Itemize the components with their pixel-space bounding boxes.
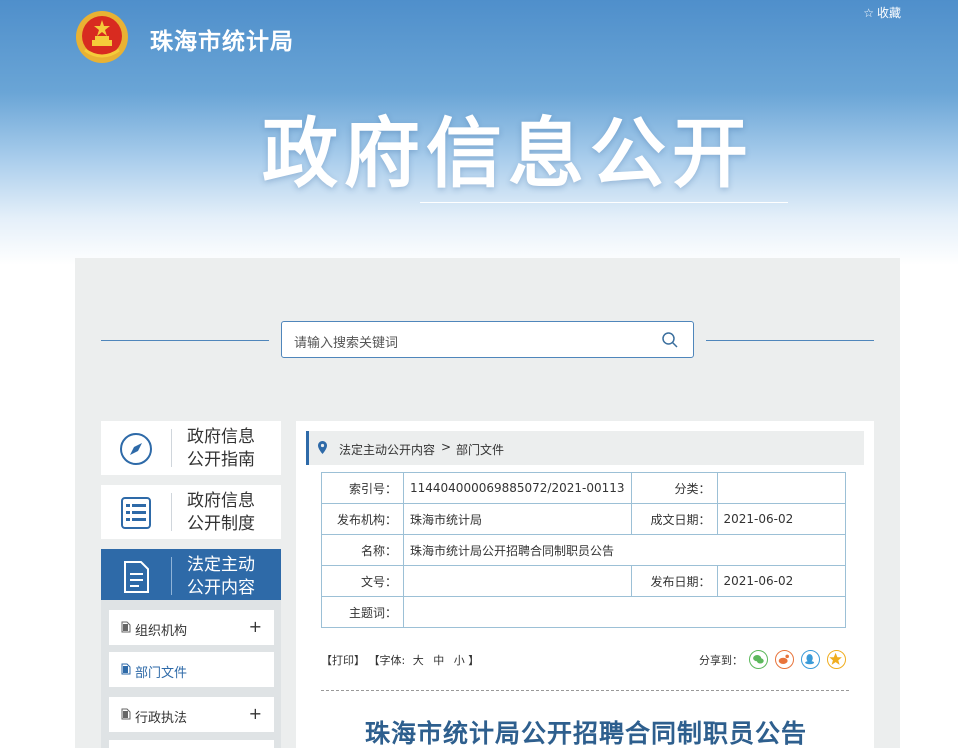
meta-label: 名称： [321,534,404,566]
wechat-icon [753,655,764,664]
banner-divider [420,202,788,203]
breadcrumb-link[interactable]: 部门文件 [456,441,504,458]
star-icon: ☆ [863,6,874,20]
font-large-button[interactable]: 大 [413,654,424,667]
share-qq-button[interactable] [801,650,820,669]
header-banner: 珠海市统计局 ☆ 收藏 政府信息公开 [0,0,958,265]
meta-label: 主题词： [321,596,404,628]
meta-label: 分类： [630,472,718,504]
nav-separator [171,429,172,467]
sub-item-partial[interactable] [109,740,274,748]
share-wechat-button[interactable] [749,650,768,669]
document-icon [121,708,131,720]
qq-icon [805,654,815,665]
font-size-suffix: 】 [468,654,480,667]
font-small-button[interactable]: 小 [454,654,465,667]
table-row: 索引号： 114404000069885072/2021-00113 分类： [321,472,847,504]
meta-value: 2021-06-02 [716,565,847,597]
banner-title: 政府信息公开 [262,109,754,198]
nav-separator [171,493,172,531]
meta-value: 珠海市统计局公开招聘合同制职员公告 [403,534,846,566]
nav-disclosure-guide[interactable]: 政府信息 公开指南 [101,421,281,475]
national-emblem-icon [76,11,128,63]
nav-label: 政府信息 公开指南 [187,427,255,470]
content-divider [321,690,849,691]
meta-label: 发布日期： [630,565,718,597]
search-icon[interactable] [661,331,679,349]
weibo-icon [778,654,789,664]
breadcrumb: 法定主动公开内容 > 部门文件 [306,431,864,465]
sub-item-label: 组织机构 [135,624,188,639]
expand-icon[interactable]: + [249,704,262,723]
font-size-prefix: 【字体: [368,654,406,667]
sub-item-department-files[interactable]: 部门文件 [109,652,274,687]
breadcrumb-link[interactable]: 法定主动公开内容 [339,441,435,458]
compass-icon [120,433,152,465]
table-row: 主题词： [321,596,846,628]
print-button[interactable]: 【打印】 [321,654,365,667]
meta-label: 索引号： [321,472,404,504]
share-weibo-button[interactable] [775,650,794,669]
search-left-line [101,340,269,341]
meta-value: 2021-06-02 [716,503,847,535]
sub-item-label: 部门文件 [135,666,188,681]
breadcrumb-separator: > [441,440,452,454]
site-name[interactable]: 珠海市统计局 [150,22,294,56]
meta-value: 114404000069885072/2021-00113 [403,472,632,504]
meta-label: 成文日期： [630,503,718,535]
sub-item-law-enforcement[interactable]: 行政执法 + [109,697,274,732]
nav-label: 法定主动 公开内容 [187,555,255,598]
meta-value: 珠海市统计局 [403,503,632,535]
table-row: 发布机构： 珠海市统计局 成文日期： 2021-06-02 [321,503,847,535]
document-icon [121,663,131,675]
meta-value [403,565,632,597]
meta-label: 文号： [321,565,404,597]
meta-value [403,596,846,628]
meta-label: 发布机构： [321,503,404,535]
search-input[interactable]: 请输入搜索关键词 [294,332,398,351]
nav-label: 政府信息 公开制度 [187,491,255,534]
share-label: 分享到： [699,654,743,667]
sub-item-organization[interactable]: 组织机构 + [109,610,274,645]
favorite-button[interactable]: ☆ 收藏 [863,4,901,21]
qzone-star-icon [829,652,842,665]
article-tools: 【打印】 【字体: 大 中 小 】 [321,652,479,668]
nav-separator [171,557,172,595]
table-row: 文号： 发布日期： 2021-06-02 [321,565,847,597]
font-medium-button[interactable]: 中 [433,654,444,667]
nav-disclosure-system[interactable]: 政府信息 公开制度 [101,485,281,539]
document-icon [121,621,131,633]
search-box[interactable]: 请输入搜索关键词 [281,321,694,358]
document-list-icon [121,497,151,529]
favorite-label: 收藏 [876,6,901,20]
article-title: 珠海市统计局公开招聘合同制职员公告 [364,719,807,748]
search-right-line [706,340,874,341]
nav-statutory-content[interactable]: 法定主动 公开内容 [101,549,281,603]
meta-value [716,472,847,504]
metadata-table: 索引号： 114404000069885072/2021-00113 分类： 发… [321,472,847,628]
file-icon [124,561,149,593]
location-pin-icon [318,441,327,454]
table-row: 名称： 珠海市统计局公开招聘合同制职员公告 [321,534,846,566]
sub-item-label: 行政执法 [135,711,188,726]
expand-icon[interactable]: + [249,617,262,636]
share-qzone-button[interactable] [827,650,846,669]
